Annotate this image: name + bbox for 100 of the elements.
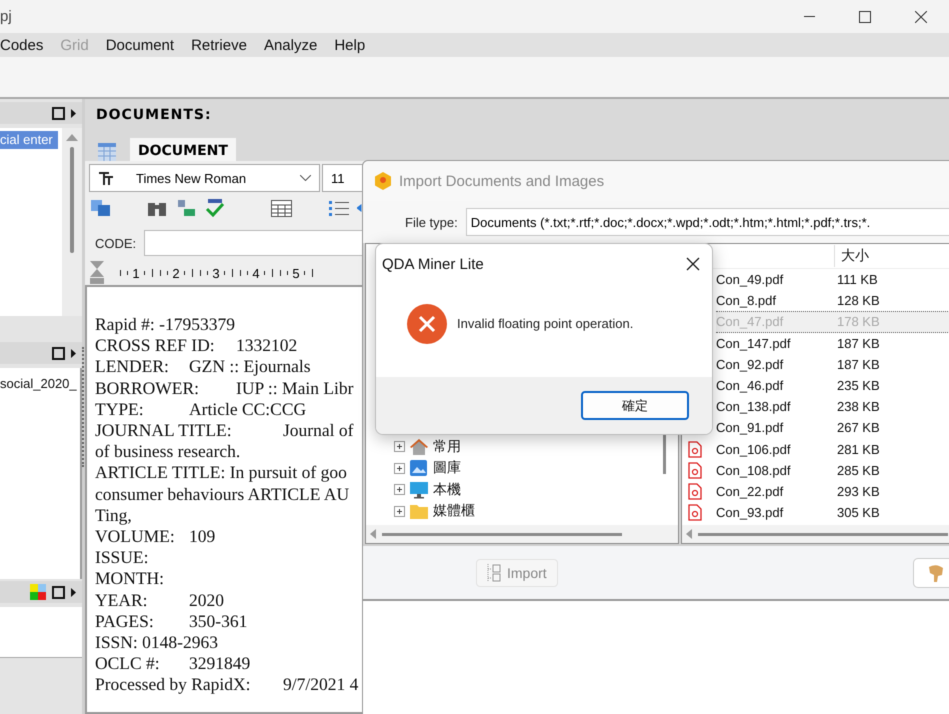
document-line: LENDER: GZN :: Ejournals: [95, 356, 311, 378]
file-size: 178 KB: [837, 314, 880, 330]
ruler-number: 4: [251, 266, 261, 280]
file-size: 187 KB: [837, 356, 880, 372]
file-size: 238 KB: [837, 399, 880, 414]
file-name: Con_91.pdf: [716, 420, 784, 436]
file-name: Con_138.pdf: [716, 399, 792, 414]
pdf-icon: [688, 440, 702, 458]
file-name: Con_22.pdf: [716, 484, 784, 499]
file-size: 293 KB: [837, 484, 880, 499]
file-row[interactable]: Con_49.pdf 111 KB: [716, 269, 949, 290]
document-line: BORROWER: IUP :: Main Libr: [95, 378, 354, 399]
file-name: Con_46.pdf: [716, 378, 784, 394]
copy-icon[interactable]: [91, 200, 111, 216]
file-name: Con_147.pdf: [716, 336, 792, 351]
expand-icon[interactable]: [394, 441, 405, 452]
menu-item[interactable]: Analyze: [264, 36, 318, 54]
tree-item[interactable]: 常用: [433, 438, 461, 456]
document-line: YEAR: 2020: [95, 590, 224, 611]
expand-icon[interactable]: [394, 484, 405, 496]
import-icon: [487, 562, 501, 582]
document-line: ARTICLE TITLE: In pursuit of goo: [95, 462, 347, 484]
document-line: ISSUE:: [95, 547, 148, 568]
file-size: 281 KB: [837, 442, 880, 457]
pdf-icon: [688, 482, 702, 500]
pdf-icon: [688, 504, 702, 522]
menu-item[interactable]: Retrieve: [191, 36, 247, 54]
window-icon[interactable]: [52, 346, 65, 360]
ruler-number: 5: [291, 266, 301, 280]
tree-item[interactable]: 媒體櫃: [433, 502, 475, 520]
file-row[interactable]: Con_147.pdf 187 KB: [716, 332, 949, 354]
file-row[interactable]: Con_108.pdf 285 KB: [716, 460, 949, 481]
document-line: TYPE: Article CC:CCG: [95, 398, 306, 420]
field-label: File type:: [405, 214, 458, 230]
scroll-left-icon[interactable]: [686, 529, 692, 539]
scrollbar[interactable]: [62, 128, 82, 316]
scrollbar[interactable]: [366, 525, 678, 543]
ruler-number: 1: [131, 266, 141, 280]
window-icon[interactable]: [52, 586, 65, 598]
replace-icon[interactable]: [176, 199, 196, 217]
expand-icon[interactable]: [394, 462, 405, 474]
tree-item[interactable]: 本機: [433, 480, 461, 499]
arrow-icon[interactable]: [71, 348, 76, 358]
document-line: OCLC #: 3291849: [95, 653, 250, 674]
dialog-title: Import Documents and Images: [399, 172, 604, 190]
file-row[interactable]: Con_138.pdf 238 KB: [716, 396, 949, 418]
expand-icon[interactable]: [394, 506, 405, 517]
file-size: 187 KB: [837, 336, 880, 351]
menu-item[interactable]: Help: [334, 36, 366, 54]
file-row[interactable]: Con_91.pdf 267 KB: [716, 417, 949, 438]
scrollbar-thumb[interactable]: [663, 434, 666, 474]
file-row[interactable]: Con_46.pdf 235 KB: [716, 374, 949, 396]
bullet-list-icon[interactable]: [329, 200, 349, 216]
file-row[interactable]: Con_93.pdf 305 KB: [716, 502, 949, 524]
list-item[interactable]: _2020_social: [0, 375, 80, 393]
document-line: Processed by RapidX: 9/7/2021 4: [95, 674, 358, 696]
file-size: 128 KB: [837, 293, 880, 308]
file-row[interactable]: Con_92.pdf 187 KB: [716, 354, 949, 375]
file-name: Con_93.pdf: [716, 505, 784, 520]
maximize-icon: [859, 10, 871, 22]
pictures-icon: [409, 459, 429, 478]
ruler-number: 2: [171, 266, 181, 280]
dialog-title: QDA Miner Lite: [382, 256, 484, 272]
file-size: 235 KB: [837, 378, 880, 394]
arrow-icon[interactable]: [71, 588, 76, 596]
monitor-icon: [409, 480, 429, 499]
table-icon[interactable]: [271, 200, 292, 216]
arrow-icon[interactable]: [71, 108, 76, 118]
app-logo-icon: [373, 171, 393, 191]
file-row[interactable]: Con_22.pdf 293 KB: [716, 480, 949, 502]
file-type-dropdown[interactable]: Documents (*.txt;*.rtf;*.doc;*.docx;*.wpd;*.odt;*.htm;*.html;*.pdf;*.trs;*.: [466, 208, 949, 236]
pdf-icon: [688, 462, 702, 479]
spellcheck-icon[interactable]: [205, 199, 225, 217]
file-size: 285 KB: [837, 462, 880, 478]
field-label: CODE:: [95, 236, 136, 250]
scrollbar[interactable]: [682, 525, 949, 543]
ok-button[interactable]: 確定: [581, 391, 689, 420]
tree-item[interactable]: 圖庫: [433, 459, 461, 478]
scroll-left-icon[interactable]: [370, 529, 376, 539]
file-row[interactable]: Con_8.pdf 128 KB: [716, 290, 949, 312]
home-icon: [409, 438, 429, 456]
tab[interactable]: DOCUMENT: [130, 138, 236, 161]
font-icon: [98, 170, 114, 186]
file-size: 267 KB: [837, 420, 880, 436]
menu-item[interactable]: Document: [106, 36, 174, 54]
chevron-icon: [300, 175, 311, 181]
file-row[interactable]: Con_106.pdf 281 KB: [716, 438, 949, 460]
document-line: of business research.: [95, 441, 240, 462]
menu-item[interactable]: Codes: [0, 36, 44, 54]
column-header[interactable]: 大小: [841, 247, 869, 265]
document-line: VOLUME: 109: [95, 526, 216, 548]
error-message: Invalid floating point operation.: [457, 316, 634, 331]
close-icon: [915, 10, 927, 22]
window-icon[interactable]: [52, 106, 65, 120]
font-dropdown[interactable]: Times New Roman: [89, 164, 320, 192]
indent-marker-icon[interactable]: [89, 261, 105, 285]
color-grid-icon[interactable]: [30, 584, 46, 600]
document-line: CROSS REF ID: 1332102: [95, 335, 298, 356]
document-line: ISSN: 0148-2963: [95, 632, 218, 654]
file-name: Con_92.pdf: [716, 356, 784, 372]
